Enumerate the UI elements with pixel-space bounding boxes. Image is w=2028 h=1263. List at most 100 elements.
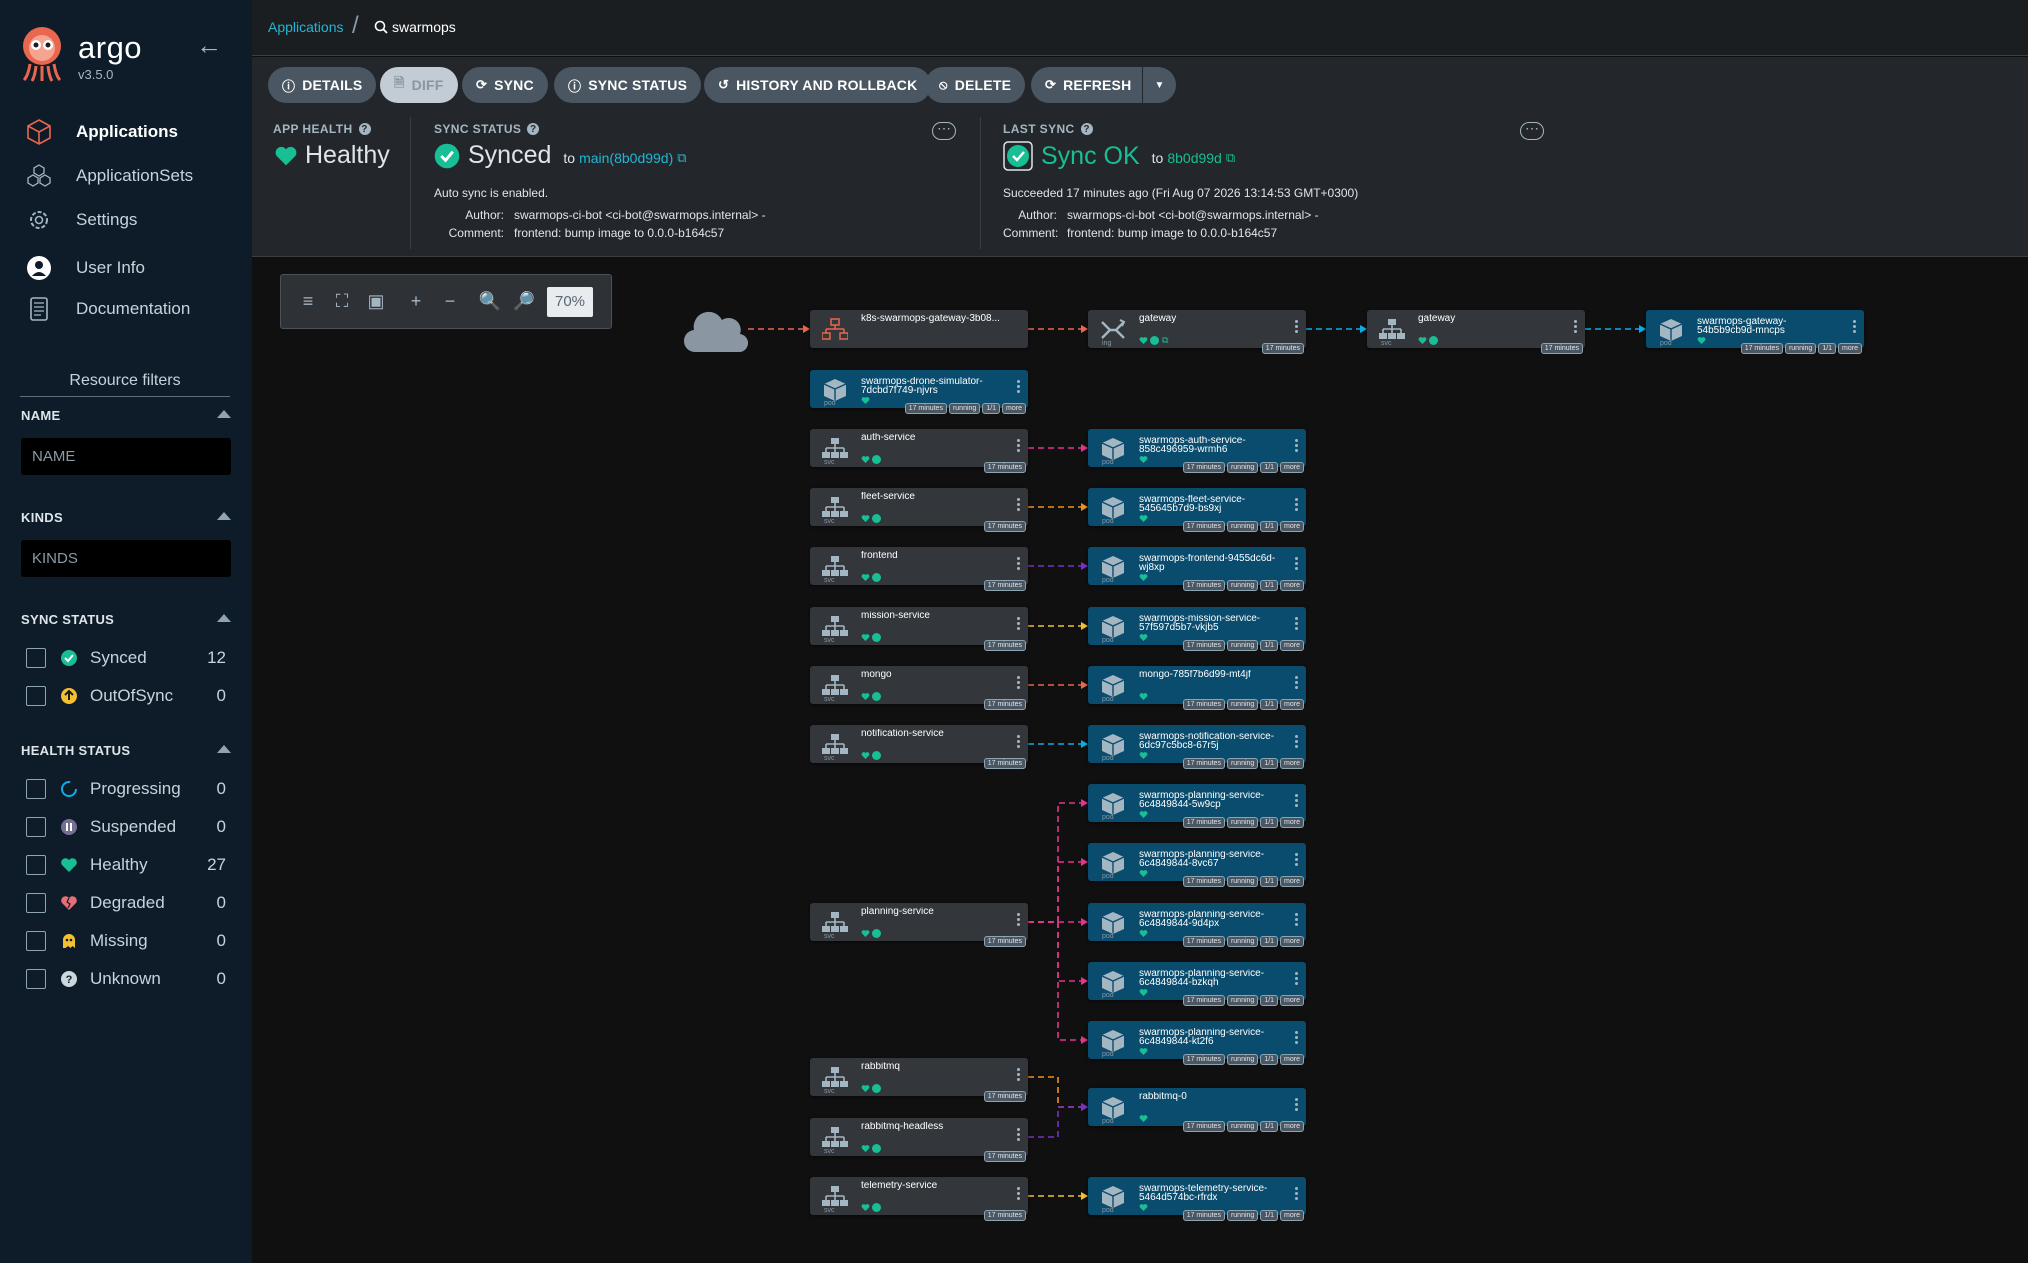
graph-node-svc-plan[interactable]: svc planning-service 17 minutes xyxy=(810,903,1028,947)
zoom-level[interactable]: 70% xyxy=(547,286,593,317)
graph-node-pod-plan2[interactable]: pod swarmops-planning-service- 6c4849844-8… xyxy=(1088,843,1306,887)
node-status xyxy=(1139,1202,1148,1212)
graph-node-pod-plan1[interactable]: pod swarmops-planning-service- 6c4849844-5… xyxy=(1088,784,1306,828)
node-menu-icon[interactable] xyxy=(1295,439,1298,454)
node-menu-icon[interactable] xyxy=(1295,972,1298,987)
node-name: swarmops-planning-service- 6c4849844-bzkq… xyxy=(1139,969,1265,987)
node-menu-icon[interactable] xyxy=(1574,320,1577,335)
status-badge: running xyxy=(1226,876,1259,887)
graph-node-pod-fleet[interactable]: pod swarmops-fleet-service- 545645b7d9-bs9… xyxy=(1088,488,1306,532)
more-badge[interactable]: more xyxy=(1280,521,1304,532)
graph-node-pod-rabbit[interactable]: pod rabbitmq-0 17 minutes running 1/1 more xyxy=(1088,1088,1306,1132)
more-badge[interactable]: more xyxy=(1838,343,1862,354)
zoom-in-icon[interactable]: 🔍 xyxy=(473,285,507,319)
graph-node-svc-telemetry[interactable]: svc telemetry-service 17 minutes xyxy=(810,1177,1028,1221)
node-name: swarmops-fleet-service- 545645b7d9-bs9xj xyxy=(1139,495,1246,513)
more-badge[interactable]: more xyxy=(1280,1054,1304,1065)
node-menu-icon[interactable] xyxy=(1017,498,1020,513)
node-menu-icon[interactable] xyxy=(1295,676,1298,691)
node-menu-icon[interactable] xyxy=(1295,794,1298,809)
node-menu-icon[interactable] xyxy=(1017,439,1020,454)
node-menu-icon[interactable] xyxy=(1017,380,1020,395)
node-name: planning-service xyxy=(861,907,934,916)
more-badge[interactable]: more xyxy=(1280,699,1304,710)
graph-edge xyxy=(1028,802,1084,923)
edge-arrow xyxy=(1081,1192,1088,1200)
node-menu-icon[interactable] xyxy=(1017,557,1020,572)
graph-node-svc-frontend[interactable]: svc frontend 17 minutes xyxy=(810,547,1028,591)
graph-node-pod-frontend[interactable]: pod swarmops-frontend-9455dc6d-wj8xp 17 mi… xyxy=(1088,547,1306,591)
graph-node-svc-rabbit-hl[interactable]: svc rabbitmq-headless 17 minutes xyxy=(810,1118,1028,1162)
graph-node-pod-notif[interactable]: pod swarmops-notification-service- 6dc97c5… xyxy=(1088,725,1306,769)
zoom-out-icon[interactable]: 🔎 xyxy=(507,285,541,319)
status-badge: running xyxy=(1226,758,1259,769)
heart-icon xyxy=(861,751,870,759)
zoom-minus-icon[interactable]: − xyxy=(433,285,467,319)
more-badge[interactable]: more xyxy=(1280,640,1304,651)
graph-node-pod-telemetry[interactable]: pod swarmops-telemetry-service- 5464d574bc… xyxy=(1088,1177,1306,1221)
graph-node-pod-mission[interactable]: pod swarmops-mission-service- 57f597d5b7-v… xyxy=(1088,607,1306,651)
align-left-icon[interactable]: ≡ xyxy=(291,285,325,319)
node-menu-icon[interactable] xyxy=(1017,1187,1020,1202)
node-menu-icon[interactable] xyxy=(1295,1187,1298,1202)
check-circle-icon xyxy=(872,1083,881,1093)
graph-edge xyxy=(1028,1106,1084,1138)
graph-node-pod-mongo[interactable]: pod mongo-785f7b6d99-mt4jf 17 minutes runni… xyxy=(1088,666,1306,710)
more-badge[interactable]: more xyxy=(1280,876,1304,887)
node-menu-icon[interactable] xyxy=(1295,617,1298,632)
node-status xyxy=(1139,928,1148,938)
node-menu-icon[interactable] xyxy=(1017,735,1020,750)
external-link-icon[interactable]: ⧉ xyxy=(1162,335,1168,346)
graph-node-svc-mongo[interactable]: svc mongo 17 minutes xyxy=(810,666,1028,710)
more-badge[interactable]: more xyxy=(1280,1121,1304,1132)
graph-node-pod-plan4[interactable]: pod swarmops-planning-service- 6c4849844-b… xyxy=(1088,962,1306,1006)
more-badge[interactable]: more xyxy=(1002,403,1026,414)
graph-node-gw-svc[interactable]: svc gateway 17 minutes xyxy=(1367,310,1585,354)
more-badge[interactable]: more xyxy=(1280,936,1304,947)
check-circle-icon xyxy=(872,1202,881,1212)
node-menu-icon[interactable] xyxy=(1017,617,1020,632)
node-menu-icon[interactable] xyxy=(1295,853,1298,868)
status-badge: running xyxy=(1226,1054,1259,1065)
graph-node-ingress[interactable]: k8s-swarmops-gateway-3b08... xyxy=(810,310,1028,348)
node-menu-icon[interactable] xyxy=(1017,676,1020,691)
node-menu-icon[interactable] xyxy=(1295,735,1298,750)
more-badge[interactable]: more xyxy=(1280,995,1304,1006)
fullscreen-icon[interactable]: ⛶ xyxy=(325,285,359,319)
graph-node-gw-pod[interactable]: pod swarmops-gateway- 54b5b9cb9d-mncps 17 m… xyxy=(1646,310,1864,354)
node-status xyxy=(1139,513,1148,523)
graph-node-svc-notif[interactable]: svc notification-service 17 minutes xyxy=(810,725,1028,769)
node-menu-icon[interactable] xyxy=(1853,320,1856,335)
graph-node-svc-fleet[interactable]: svc fleet-service 17 minutes xyxy=(810,488,1028,532)
more-badge[interactable]: more xyxy=(1280,462,1304,473)
more-badge[interactable]: more xyxy=(1280,580,1304,591)
graph-node-drone[interactable]: pod swarmops-drone-simulator- 7dcbd7f749-n… xyxy=(810,370,1028,414)
node-menu-icon[interactable] xyxy=(1295,320,1298,335)
node-menu-icon[interactable] xyxy=(1017,1068,1020,1083)
node-menu-icon[interactable] xyxy=(1295,498,1298,513)
node-status xyxy=(1139,750,1148,760)
graph-node-svc-mission[interactable]: svc mission-service 17 minutes xyxy=(810,607,1028,651)
graph-node-pod-plan3[interactable]: pod swarmops-planning-service- 6c4849844-9… xyxy=(1088,903,1306,947)
graph-node-svc-rabbit[interactable]: svc rabbitmq 17 minutes xyxy=(810,1058,1028,1102)
heart-icon xyxy=(1139,573,1148,581)
node-menu-icon[interactable] xyxy=(1295,1098,1298,1113)
age-badge: 17 minutes xyxy=(983,1151,1026,1162)
node-menu-icon[interactable] xyxy=(1295,913,1298,928)
node-status xyxy=(861,454,881,464)
more-badge[interactable]: more xyxy=(1280,1210,1304,1221)
fit-view-icon[interactable]: ▣ xyxy=(359,285,393,319)
graph-node-pod-auth[interactable]: pod swarmops-auth-service- 858c496959-wrmh… xyxy=(1088,429,1306,473)
zoom-plus-icon[interactable]: + xyxy=(399,285,433,319)
node-menu-icon[interactable] xyxy=(1295,1031,1298,1046)
age-badge: 17 minutes xyxy=(1182,640,1225,651)
more-badge[interactable]: more xyxy=(1280,817,1304,828)
graph-node-svc-auth[interactable]: svc auth-service 17 minutes xyxy=(810,429,1028,473)
graph-node-pod-plan5[interactable]: pod swarmops-planning-service- 6c4849844-k… xyxy=(1088,1021,1306,1065)
heart-icon xyxy=(861,1203,870,1211)
node-menu-icon[interactable] xyxy=(1017,913,1020,928)
node-menu-icon[interactable] xyxy=(1017,1128,1020,1143)
node-menu-icon[interactable] xyxy=(1295,557,1298,572)
more-badge[interactable]: more xyxy=(1280,758,1304,769)
graph-node-gw-ing[interactable]: ing gateway ⧉ 17 minutes xyxy=(1088,310,1306,354)
